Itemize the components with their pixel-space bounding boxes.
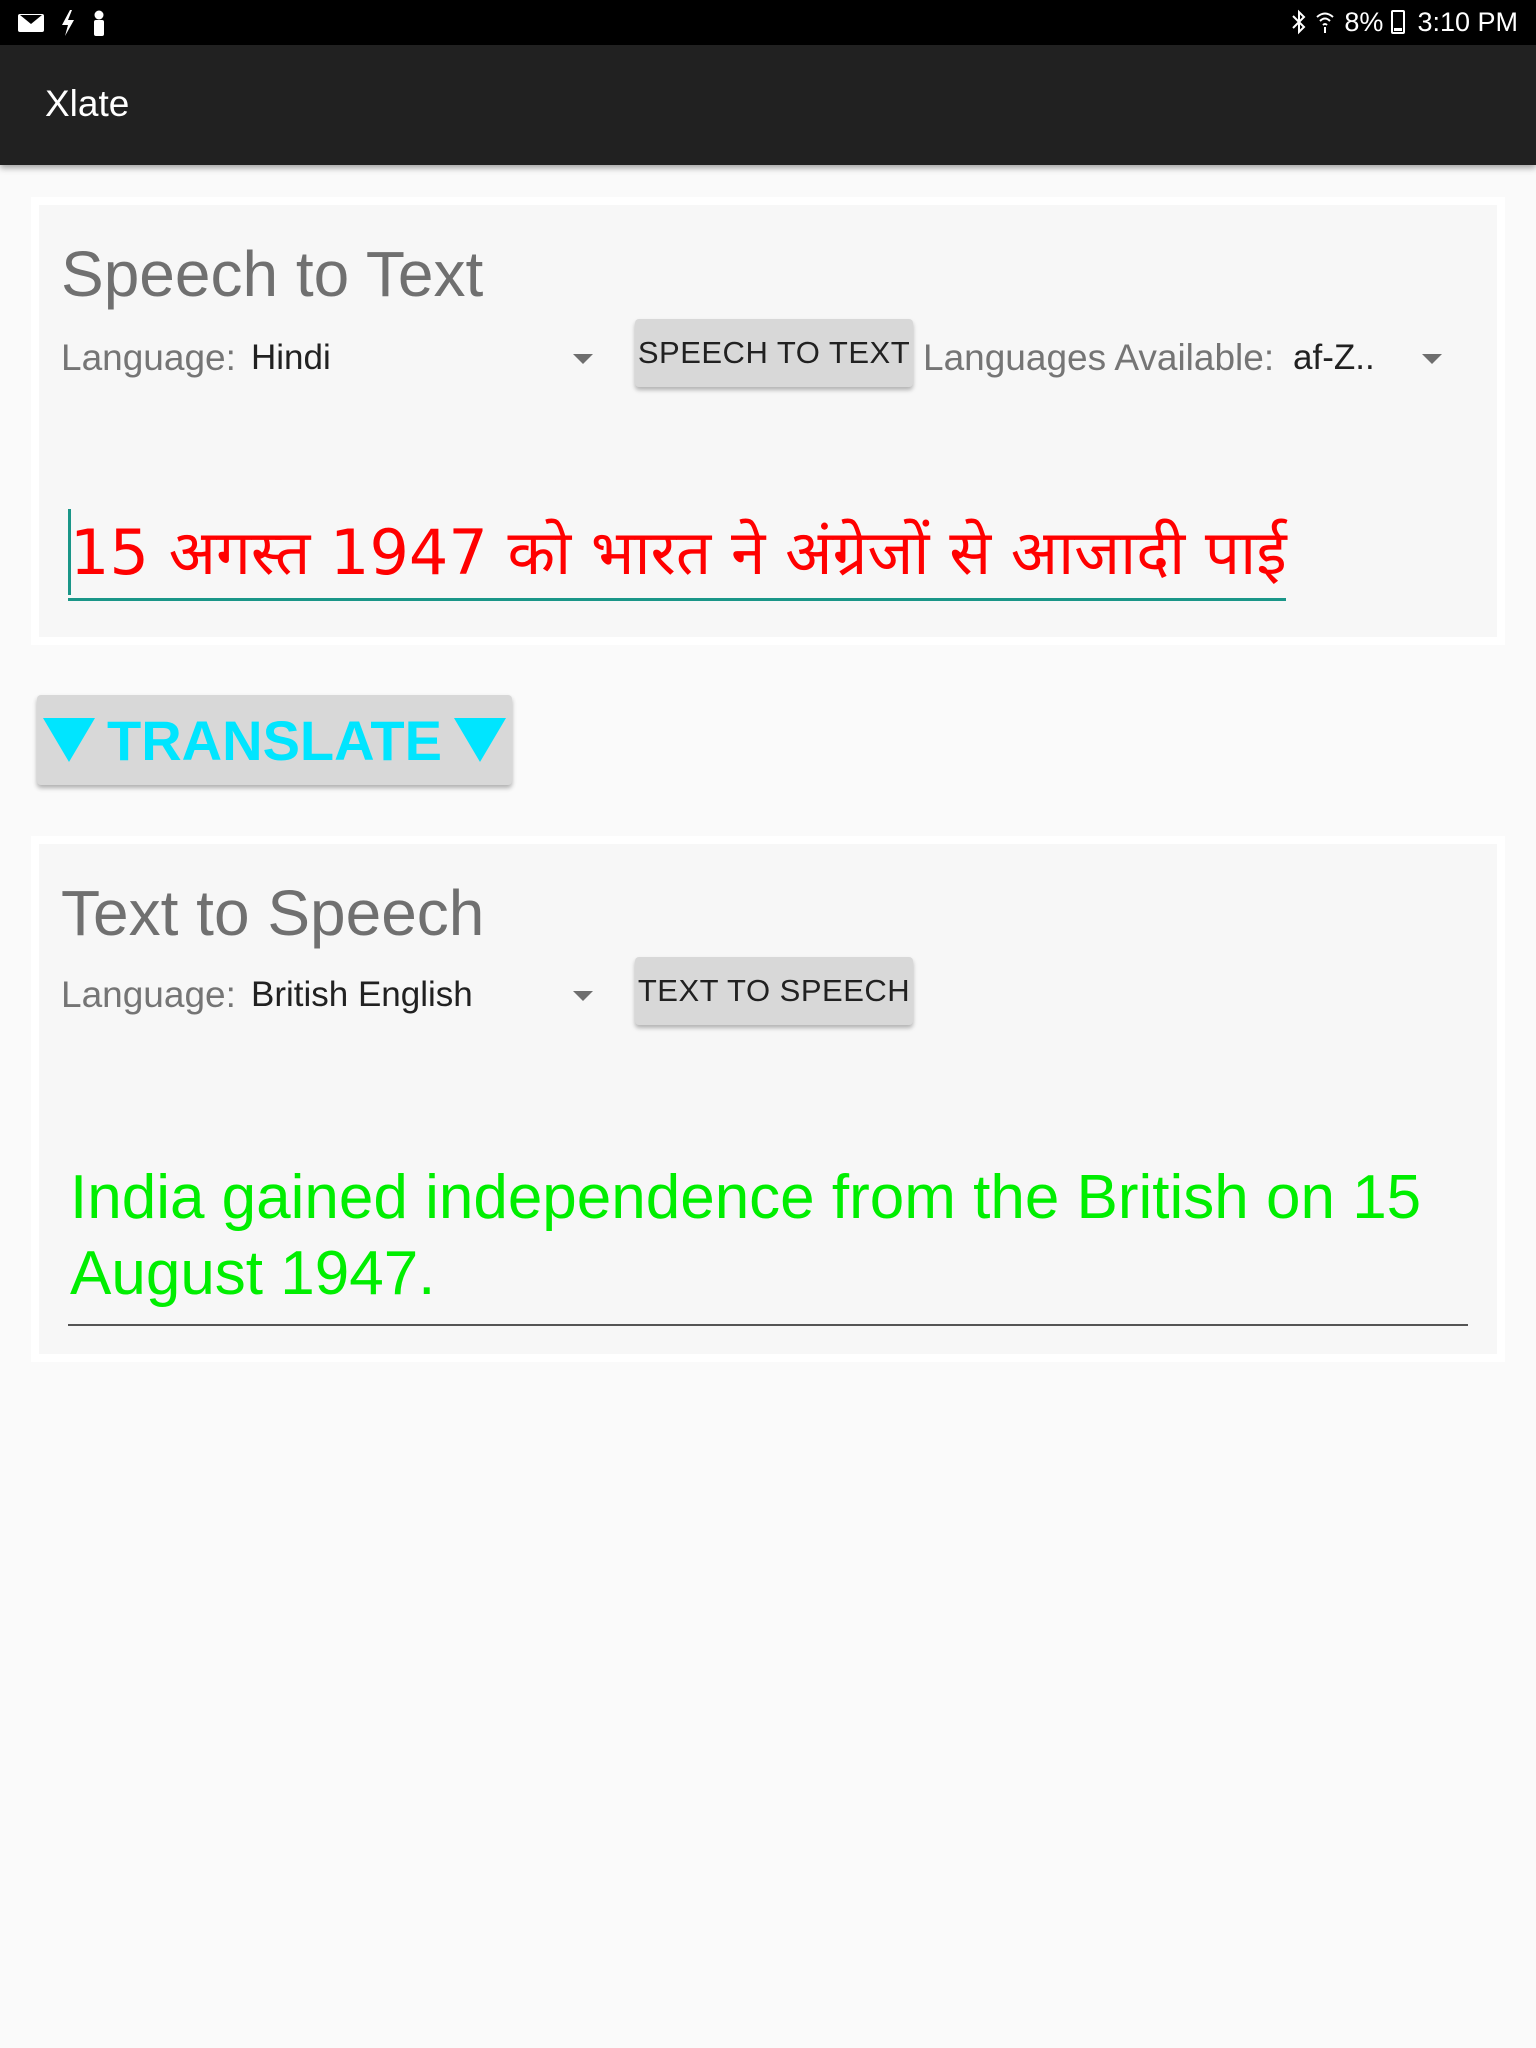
battery-percentage: 8% — [1344, 6, 1384, 37]
bluetooth-icon — [1290, 9, 1308, 35]
status-right-icons: 8% 3:10 PM — [1290, 6, 1518, 38]
triangle-down-icon — [43, 718, 96, 762]
stt-language-label: Language: — [61, 337, 236, 378]
languages-available-label: Languages Available: — [923, 337, 1275, 378]
tts-language-spinner[interactable]: British English — [251, 975, 473, 1015]
mail-icon — [18, 14, 44, 32]
speech-result-text: 15 अगस्त 1947 को भारत ने अंग्रेजों से आज… — [70, 516, 1287, 589]
speech-to-text-heading: Speech to Text — [61, 238, 484, 310]
text-to-speech-heading: Text to Speech — [61, 877, 485, 949]
tts-language-label: Language: — [61, 974, 236, 1015]
chevron-down-icon[interactable] — [1422, 354, 1442, 364]
status-left-icons — [18, 8, 106, 38]
status-bar: 8% 3:10 PM — [0, 0, 1536, 45]
translation-result-text: India gained independence from the Briti… — [70, 1163, 1422, 1308]
speech-result-field[interactable]: 15 अगस्त 1947 को भारत ने अंग्रेजों से आज… — [68, 505, 1287, 601]
clock: 3:10 PM — [1417, 6, 1518, 37]
chevron-down-icon[interactable] — [573, 354, 593, 364]
speech-to-text-card: Speech to Text Language: Hindi SPEECH TO… — [31, 197, 1505, 645]
wifi-icon — [1316, 9, 1335, 35]
translate-button[interactable]: TRANSLATE — [37, 695, 512, 785]
translation-result-field[interactable]: India gained independence from the Briti… — [68, 1160, 1468, 1326]
chevron-down-icon[interactable] — [573, 991, 593, 1001]
person-icon — [92, 10, 106, 36]
speech-to-text-button[interactable]: SPEECH TO TEXT — [635, 319, 913, 387]
text-to-speech-button[interactable]: TEXT TO SPEECH — [635, 957, 913, 1025]
languages-available-spinner[interactable]: af-Z.. — [1293, 338, 1375, 378]
triangle-down-icon — [453, 718, 506, 762]
text-to-speech-card: Text to Speech Language: British English… — [31, 836, 1505, 1362]
lightning-icon — [60, 10, 76, 36]
stt-language-spinner[interactable]: Hindi — [251, 338, 331, 378]
translate-label: TRANSLATE — [107, 708, 442, 772]
app-title: Xlate — [45, 83, 130, 124]
battery-icon — [1391, 10, 1406, 34]
app-bar: Xlate — [0, 45, 1536, 165]
